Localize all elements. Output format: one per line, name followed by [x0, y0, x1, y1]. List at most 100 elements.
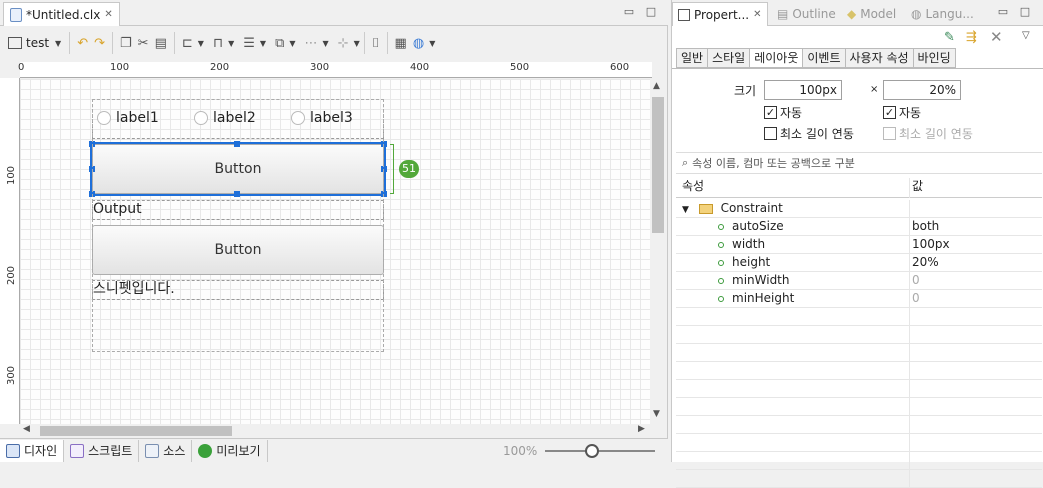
chevron-down-icon[interactable]: ▼ [289, 39, 295, 48]
scroll-left-icon[interactable]: ◀ [23, 424, 30, 434]
property-search[interactable]: ⌕ 속성 이름, 컴마 또는 공백으로 구분 [676, 152, 1042, 174]
tab-outline[interactable]: ▤ Outline [772, 2, 841, 26]
scroll-right-icon[interactable]: ▶ [638, 424, 645, 434]
anchor-icon[interactable]: ⊹ [335, 32, 352, 54]
align-left-icon[interactable]: ⊏ [179, 32, 196, 54]
chevron-down-icon[interactable]: ▼ [323, 39, 329, 48]
chevron-down-icon: ▼ [55, 38, 62, 48]
editor-tab-title: *Untitled.clx [26, 7, 101, 22]
design-canvas[interactable]: label1 label2 label3 Button 51 Output Bu… [20, 79, 650, 424]
ruler-label: 100 [6, 165, 18, 186]
maximize-icon[interactable]: □ [1018, 5, 1032, 19]
subtab-general[interactable]: 일반 [676, 48, 708, 68]
view-menu-icon[interactable]: ▽ [1022, 30, 1030, 41]
paste-icon[interactable]: ▤ [152, 32, 170, 54]
tab-design[interactable]: 디자인 [0, 439, 65, 462]
qr-code-icon[interactable]: ▦ [392, 32, 410, 54]
scroll-down-icon[interactable]: ▼ [653, 409, 660, 419]
property-value-cell[interactable]: 20% [912, 254, 939, 271]
property-row[interactable]: autoSize both [676, 218, 1042, 236]
property-row[interactable]: height 20% [676, 254, 1042, 272]
panel-tab-bar: Propert... ✕ ▤ Outline ◆ Model ◍ Langu... ▭… [672, 0, 1043, 26]
close-icon[interactable]: ✕ [104, 9, 112, 20]
tab-source[interactable]: 소스 [139, 439, 193, 462]
subtab-layout[interactable]: 레이아웃 [749, 48, 803, 68]
design-editor: *Untitled.clx ✕ ▭ □ test ▼ ↶ ↷ ❐ ✂ ▤ ⊏ ▼ … [0, 0, 668, 462]
property-name-cell: height [676, 254, 910, 272]
subtab-event[interactable]: 이벤트 [802, 48, 845, 68]
minimize-icon[interactable]: ▭ [996, 5, 1010, 19]
spacing-icon[interactable]: ⋯ [302, 32, 321, 54]
chevron-down-icon[interactable]: ▼ [354, 39, 360, 48]
checkbox-label: 최소 길이 연동 [899, 127, 973, 141]
height-input[interactable]: 20% [883, 80, 961, 100]
zoom-slider-thumb[interactable] [585, 444, 599, 458]
cut-icon[interactable]: ✂ [135, 32, 152, 54]
property-row[interactable]: minHeight 0 [676, 290, 1042, 308]
tab-script[interactable]: 스크립트 [64, 439, 140, 462]
copy-icon[interactable]: ❐ [117, 32, 135, 54]
minimize-icon[interactable]: ▭ [622, 5, 636, 19]
subtab-divider [672, 68, 1043, 69]
property-row[interactable]: width 100px [676, 236, 1042, 254]
property-value-cell[interactable]: 100px [912, 236, 950, 253]
horizontal-scroll-thumb[interactable] [40, 426, 232, 436]
chevron-down-icon[interactable]: ▼ [682, 205, 689, 215]
vertical-scroll-thumb[interactable] [652, 97, 664, 233]
model-icon: ◆ [847, 7, 857, 21]
globe-icon[interactable]: ◍ [410, 32, 427, 54]
property-name-cell [676, 326, 910, 344]
tab-preview[interactable]: 미리보기 [192, 439, 268, 462]
property-value-cell[interactable]: 0 [912, 272, 920, 289]
ruler-label: 300 [6, 365, 18, 386]
tab-properties[interactable]: Propert... ✕ [672, 2, 768, 26]
property-value-cell[interactable]: 0 [912, 290, 920, 307]
property-name-cell [676, 434, 910, 452]
maximize-icon[interactable]: □ [644, 5, 658, 19]
camera-icon[interactable]: ⌷ [369, 32, 383, 54]
subtab-style[interactable]: 스타일 [707, 48, 750, 68]
zoom-slider-track[interactable] [545, 450, 655, 452]
tab-label: Langu... [925, 7, 974, 21]
height-guide [390, 144, 394, 194]
source-icon [145, 443, 160, 458]
auto-height-checkbox[interactable]: ✓ 자동 [883, 104, 921, 121]
empty-container[interactable] [92, 99, 384, 352]
property-row[interactable]: minWidth 0 [676, 272, 1042, 290]
ruler-label: 0 [18, 62, 25, 73]
group-row[interactable]: ▼ Constraint [676, 200, 1042, 218]
chevron-down-icon[interactable]: ▼ [198, 39, 204, 48]
distribute-icon[interactable]: ☰ [240, 32, 258, 54]
screen-combo[interactable]: test ▼ [4, 32, 65, 54]
property-name-cell [676, 362, 910, 380]
property-value-cell[interactable]: both [912, 218, 939, 235]
tab-language[interactable]: ◍ Langu... [906, 2, 979, 26]
subtab-user-attr[interactable]: 사용자 속성 [844, 48, 913, 68]
chevron-down-icon[interactable]: ▼ [260, 39, 266, 48]
min-width-link-checkbox[interactable]: 최소 길이 연동 [764, 125, 854, 142]
property-subtabs: 일반 스타일 레이아웃 이벤트 사용자 속성 바인딩 [676, 48, 956, 68]
property-name: minHeight [732, 291, 795, 305]
link-icon[interactable]: ⇶ [966, 30, 977, 45]
scroll-up-icon[interactable]: ▲ [653, 81, 660, 91]
property-name-cell [676, 308, 910, 326]
auto-width-checkbox[interactable]: ✓ 자동 [764, 104, 802, 121]
delete-icon[interactable]: ✕ [990, 28, 1003, 46]
subtab-binding[interactable]: 바인딩 [912, 48, 956, 68]
group-icon[interactable]: ⧉ [272, 32, 287, 54]
width-input[interactable]: 100px [764, 80, 842, 100]
chevron-down-icon[interactable]: ▼ [228, 39, 234, 48]
property-dot-icon [718, 223, 724, 230]
group-name: Constraint [720, 201, 783, 215]
chevron-down-icon[interactable]: ▼ [429, 39, 435, 48]
tab-label: Outline [792, 7, 836, 21]
ruler-label: 600 [610, 62, 630, 73]
property-dot-icon [718, 241, 724, 248]
undo-icon[interactable]: ↶ [74, 32, 91, 54]
align-top-icon[interactable]: ⊓ [210, 32, 226, 54]
edit-icon[interactable]: ✎ [944, 30, 955, 45]
redo-icon[interactable]: ↷ [91, 32, 108, 54]
close-icon[interactable]: ✕ [753, 9, 761, 20]
tab-model[interactable]: ◆ Model [842, 2, 901, 26]
editor-tab[interactable]: *Untitled.clx ✕ [3, 2, 120, 26]
